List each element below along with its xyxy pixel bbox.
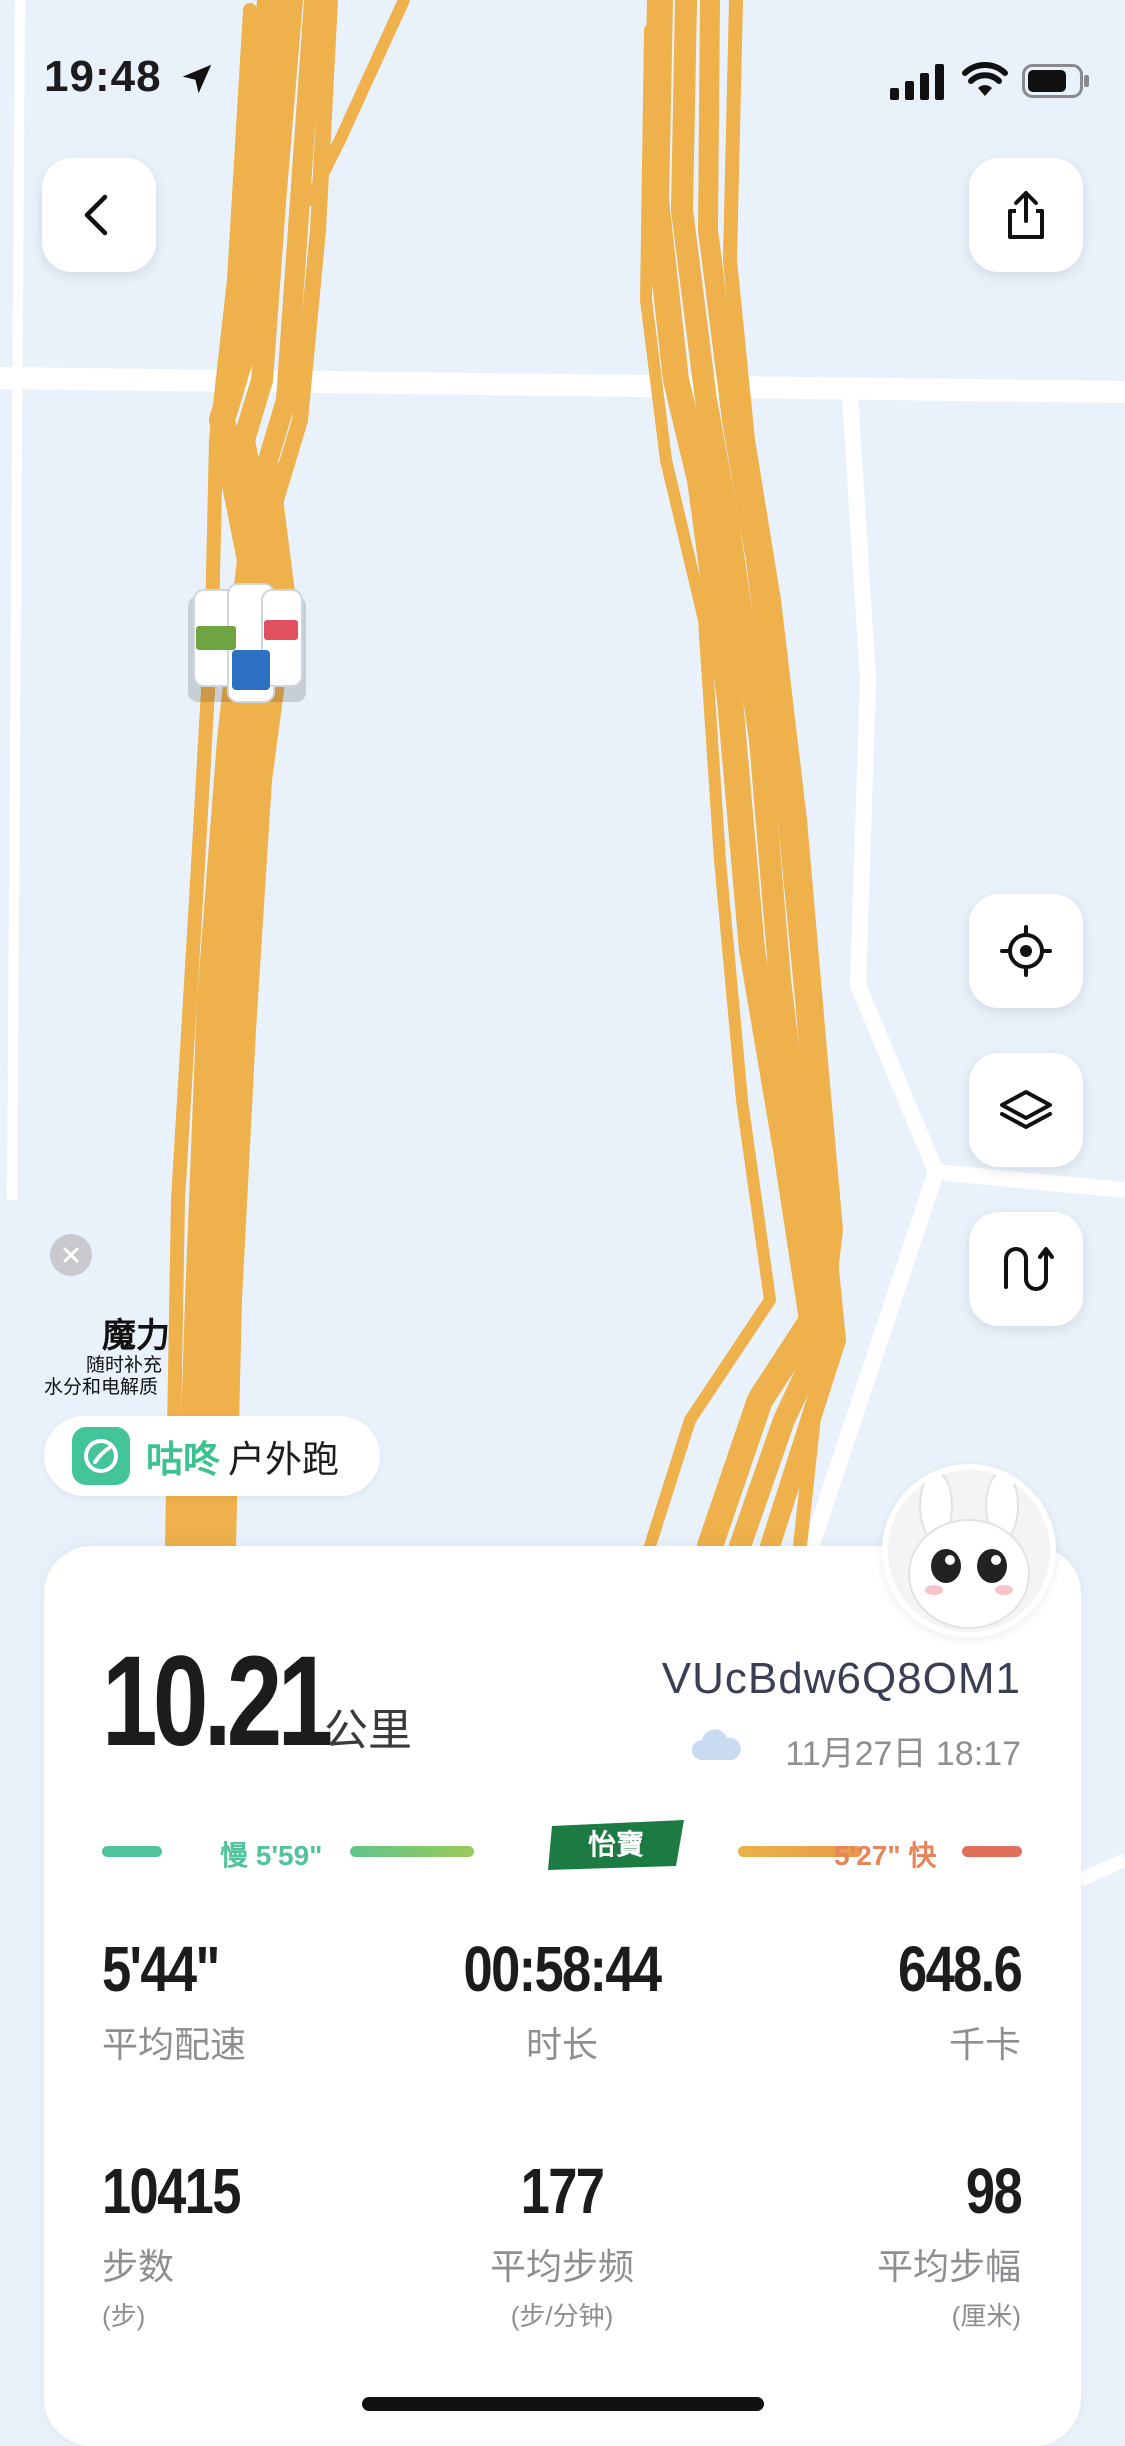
- cellular-signal-icon: [890, 64, 944, 100]
- steps-label: 步数: [102, 2246, 175, 2287]
- chevron-left-icon: [84, 194, 108, 236]
- sponsor-name: 怡寶: [588, 1828, 644, 1861]
- metric-calories: 648.6 千卡: [871, 1932, 1023, 2068]
- steps-value: 10415: [102, 2155, 241, 2227]
- map-layers-button[interactable]: [969, 1053, 1083, 1167]
- stride-label: 平均步幅: [876, 2246, 1021, 2287]
- status-bar: 19:48: [0, 0, 1125, 140]
- pace-fast-label: 5'27" 快: [834, 1840, 937, 1871]
- avg-pace-label: 平均配速: [102, 2024, 247, 2065]
- share-icon: [1008, 191, 1044, 239]
- layers-icon: [1000, 1090, 1052, 1129]
- app-name: 咕咚: [146, 1439, 220, 1480]
- ad-tagline-2: 水分和电解质: [44, 1377, 159, 1398]
- run-date: 11月27日 18:17: [785, 1735, 1021, 1773]
- metric-avg-pace: 5'44" 平均配速: [102, 1932, 246, 2068]
- run-id: VUcBdw6Q8OM1: [661, 1654, 1021, 1703]
- route-icon: [1004, 1247, 1054, 1291]
- cloud-icon: [692, 1729, 741, 1760]
- distance-unit: 公里: [324, 1706, 412, 1755]
- cadence-value: 177: [520, 2155, 605, 2227]
- status-time: 19:48: [44, 52, 162, 101]
- locate-icon: [1000, 925, 1052, 977]
- slow-gradient-bar: [350, 1846, 474, 1857]
- stride-value: 98: [965, 2155, 1023, 2227]
- cadence-label: 平均步频: [489, 2246, 634, 2287]
- cadence-unit: (步/分钟): [510, 2301, 614, 2331]
- pace-slow-label: 慢 5'59": [220, 1840, 323, 1871]
- calories-value: 648.6: [897, 1933, 1023, 2005]
- battery-icon: [1022, 64, 1089, 98]
- metric-cadence: 177 平均步频 (步/分钟): [432, 2154, 692, 2333]
- fast-bar: [962, 1846, 1022, 1857]
- locate-button[interactable]: [969, 894, 1083, 1008]
- metric-steps: 10415 步数 (步): [102, 2154, 270, 2333]
- metric-duration: 00:58:44 时长: [432, 1932, 692, 2068]
- close-icon: [63, 1247, 79, 1263]
- ad-close-button[interactable]: [50, 1234, 92, 1276]
- slow-bar: [102, 1846, 162, 1857]
- app-logo-icon: [72, 1427, 130, 1485]
- workout-summary-card: 10.21 公里 VUcBdw6Q8OM1 11月27日 18:17 慢 5'5…: [44, 1546, 1081, 2446]
- distance-value: 10.21: [102, 1630, 333, 1773]
- avatar[interactable]: [882, 1464, 1056, 1638]
- avg-pace-value: 5'44": [102, 1933, 220, 2005]
- activity-source-badge[interactable]: 咕咚 户外跑: [44, 1416, 380, 1496]
- metric-stride: 98 平均步幅 (厘米): [876, 2154, 1023, 2333]
- product-marker-icon: [188, 583, 306, 703]
- pace-legend: 慢 5'59" 怡寶 5'27" 快: [102, 1820, 1022, 1871]
- activity-type: 户外跑: [228, 1439, 339, 1480]
- mascot-avatar-icon: [888, 1470, 1050, 1632]
- home-indicator[interactable]: [362, 2397, 764, 2411]
- duration-label: 时长: [525, 2024, 598, 2065]
- back-button[interactable]: [42, 158, 156, 272]
- calories-label: 千卡: [948, 2024, 1021, 2065]
- share-button[interactable]: [969, 158, 1083, 272]
- wifi-icon: [962, 62, 1008, 96]
- steps-unit: (步): [102, 2301, 146, 2331]
- stride-unit: (厘米): [951, 2301, 1021, 2331]
- sponsor-logo: 怡寶: [548, 1820, 684, 1870]
- location-arrow-icon: [182, 64, 212, 94]
- route-replay-button[interactable]: [969, 1212, 1083, 1326]
- duration-value: 00:58:44: [463, 1933, 663, 2005]
